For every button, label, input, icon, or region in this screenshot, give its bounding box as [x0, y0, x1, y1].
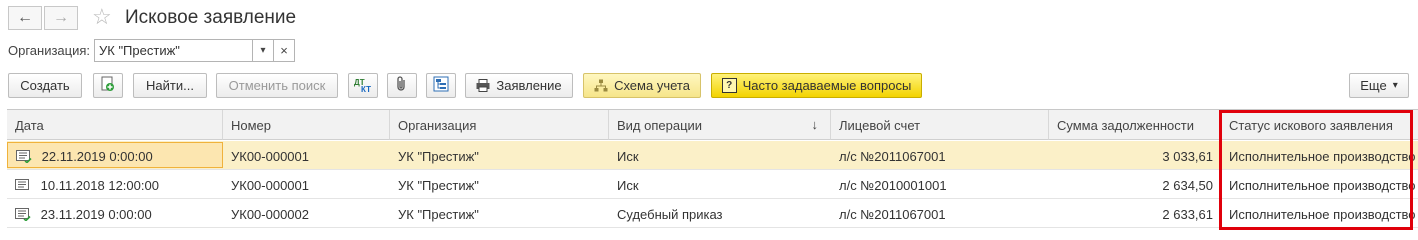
table-row[interactable]: 22.11.2019 0:00:00 УК00-000001 УК "Прест… [7, 141, 1418, 170]
arrow-left-icon: ← [17, 9, 33, 26]
organization-cell: УК "Престиж" [398, 207, 479, 222]
chevron-down-icon: ▾ [1392, 80, 1398, 91]
copy-add-icon [101, 76, 115, 95]
debt-amount-cell: 3 033,61 [1162, 149, 1213, 164]
column-header-organization[interactable]: Организация [390, 110, 609, 140]
number-cell: УК00-000001 [231, 178, 309, 193]
hierarchy-icon [433, 76, 449, 95]
document-posted-icon [15, 208, 31, 224]
arrow-right-icon: → [53, 9, 69, 26]
column-header-operation-type[interactable]: Вид операции ↓ [609, 110, 831, 140]
dt-kt-button[interactable]: ДТ КТ [348, 73, 378, 98]
more-label: Еще [1360, 78, 1387, 93]
dropdown-arrow-icon: ▾ [260, 45, 266, 56]
table-row[interactable]: 10.11.2018 12:00:00 УК00-000001 УК "Прес… [7, 170, 1418, 199]
document-posted-icon [16, 150, 32, 166]
status-column-highlight [1219, 110, 1413, 230]
column-header-number[interactable]: Номер [223, 110, 390, 140]
statement-label: Заявление [496, 78, 562, 93]
date-value: 22.11.2019 0:00:00 [41, 149, 153, 164]
account-cell: л/с №2011067001 [839, 149, 946, 164]
faq-button[interactable]: ? Часто задаваемые вопросы [711, 73, 922, 98]
organization-field[interactable]: УК "Престиж" [94, 39, 253, 62]
clear-icon: × [280, 43, 288, 58]
forward-button[interactable]: → [44, 6, 78, 30]
copy-button[interactable] [93, 73, 123, 98]
column-header-debt-amount[interactable]: Сумма задолженности [1049, 110, 1221, 140]
organization-cell: УК "Престиж" [398, 178, 479, 193]
document-icon [15, 179, 31, 195]
question-icon: ? [721, 78, 737, 93]
debt-amount-cell: 2 633,61 [1162, 207, 1213, 222]
account-cell: л/с №2010001001 [839, 178, 947, 193]
date-value: 10.11.2018 12:00:00 [40, 178, 159, 193]
find-button[interactable]: Найти... [133, 73, 207, 98]
faq-label: Часто задаваемые вопросы [742, 78, 912, 93]
operation-type-cell: Судебный приказ [617, 207, 723, 222]
date-cell[interactable]: 22.11.2019 0:00:00 [7, 142, 223, 168]
structure-button[interactable] [426, 73, 456, 98]
kt-label: КТ [361, 84, 371, 94]
back-button[interactable]: ← [8, 6, 42, 30]
page-title: Исковое заявление [125, 7, 297, 28]
table-row[interactable]: 23.11.2019 0:00:00 УК00-000002 УК "Прест… [7, 199, 1418, 228]
favorite-star-icon[interactable]: ☆ [92, 4, 112, 30]
number-cell: УК00-000002 [231, 207, 309, 222]
cancel-search-button[interactable]: Отменить поиск [216, 73, 338, 98]
organization-cell: УК "Престиж" [398, 149, 479, 164]
organization-label: Организация: [8, 43, 91, 58]
column-header-operation-type-label: Вид операции [617, 118, 703, 133]
organization-clear-button[interactable]: × [273, 39, 295, 62]
paperclip-icon [396, 76, 408, 95]
organization-dropdown-button[interactable]: ▾ [252, 39, 274, 62]
documents-table[interactable]: Дата Номер Организация Вид операции ↓ Ли… [7, 109, 1418, 230]
account-cell: л/с №2011067001 [839, 207, 946, 222]
printer-icon [476, 79, 490, 92]
more-button[interactable]: Еще ▾ [1349, 73, 1409, 98]
create-button[interactable]: Создать [8, 73, 82, 98]
column-header-date[interactable]: Дата [7, 110, 223, 140]
statement-button[interactable]: Заявление [465, 73, 573, 98]
accounting-scheme-button[interactable]: Схема учета [583, 73, 701, 98]
date-cell[interactable]: 10.11.2018 12:00:00 [7, 170, 223, 199]
operation-type-cell: Иск [617, 178, 639, 193]
number-cell: УК00-000001 [231, 149, 309, 164]
column-header-account[interactable]: Лицевой счет [831, 110, 1049, 140]
sort-arrow-icon: ↓ [811, 117, 819, 132]
debt-amount-cell: 2 634,50 [1162, 178, 1213, 193]
date-cell[interactable]: 23.11.2019 0:00:00 [7, 199, 223, 228]
attach-button[interactable] [387, 73, 417, 98]
operation-type-cell: Иск [617, 149, 639, 164]
date-value: 23.11.2019 0:00:00 [40, 207, 152, 222]
scheme-icon [594, 79, 608, 92]
dt-kt-icon: ДТ КТ [354, 78, 372, 94]
accounting-scheme-label: Схема учета [614, 78, 690, 93]
